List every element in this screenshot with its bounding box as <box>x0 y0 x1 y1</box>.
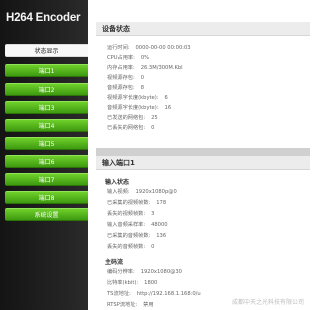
input-status-title: 输入状态 <box>105 179 130 186</box>
status-row: 音频源字长度(kbyte): 16 <box>107 105 172 111</box>
input-row: 输入音频采样率: 48000 <box>107 222 168 228</box>
nav-item-system-settings[interactable]: 系统设置 <box>5 208 88 221</box>
input-row: 输入视频: 1920x1080p@0 <box>107 189 177 195</box>
nav-item-port-1[interactable]: 端口1 <box>5 64 88 77</box>
input-row: 丢失的音频帧数: 0 <box>107 244 155 250</box>
section-divider <box>96 148 310 156</box>
input-row: 已采集的音频帧数: 136 <box>107 233 167 239</box>
nav-item-port-6[interactable]: 端口6 <box>5 155 88 168</box>
main-stream-title: 主码流 <box>105 259 124 266</box>
device-status-header: 设备状态 <box>96 22 310 36</box>
nav-item-status[interactable]: 状态显示 <box>5 44 88 57</box>
status-row: CPU占用率: 0% <box>107 55 150 61</box>
nav-item-port-5[interactable]: 端口5 <box>5 137 88 150</box>
input-port-header: 输入端口1 <box>96 156 310 170</box>
sidebar: H264 Encoder 状态显示 端口1 端口2 端口3 端口4 端口5 端口… <box>0 0 88 310</box>
watermark: 成都中天之光科技有限公司 <box>231 299 304 306</box>
stream-row: 比特率(kbit): 1800 <box>107 280 158 286</box>
status-row: 视频源字长度(kbyte): 6 <box>107 95 168 101</box>
input-row: 丢失的视频帧数: 3 <box>107 211 155 217</box>
status-row: 内存占用率: 26.3M/300M.Kbl <box>107 65 183 71</box>
app-title: H264 Encoder <box>6 12 81 24</box>
status-row: 已丢失的网络包: 0 <box>107 125 155 131</box>
nav-item-port-7[interactable]: 端口7 <box>5 173 88 186</box>
nav-item-port-3[interactable]: 端口3 <box>5 101 88 114</box>
status-row: 运行时间: 0000-00-00 00:00:03 <box>107 45 191 51</box>
stream-row: 编码分辨率: 1920x1080@30 <box>107 269 182 275</box>
status-row: 已发送的网络包: 25 <box>107 115 158 121</box>
nav-item-port-8[interactable]: 端口8 <box>5 191 88 204</box>
stream-row: RTSP流地址: 禁用 <box>107 302 154 308</box>
status-row: 音频源存包: 8 <box>107 85 144 91</box>
nav-item-port-2[interactable]: 端口2 <box>5 83 88 96</box>
status-row: 视频源存包: 0 <box>107 75 144 81</box>
nav-item-port-4[interactable]: 端口4 <box>5 119 88 132</box>
stream-row: TS流地址: http://192.168.1.168:0/u <box>107 291 201 297</box>
main-content: 设备状态 运行时间: 0000-00-00 00:00:03 CPU占用率: 0% … <box>96 16 310 310</box>
input-row: 已采集的视频帧数: 178 <box>107 200 167 206</box>
